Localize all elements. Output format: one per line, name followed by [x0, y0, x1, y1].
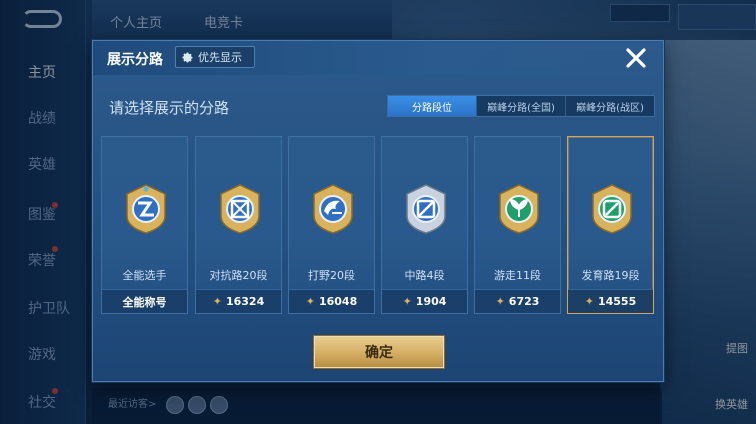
lane-display-dialog: 展示分路 优先显示 请选择展示的分路 分路段位 巅峰分路(全国) 巅峰分路(战区… — [92, 40, 664, 382]
jungle-emblem-icon — [313, 184, 353, 234]
lane-card-footer: 全能称号 — [102, 289, 187, 313]
lane-card-label: 打野20段 — [308, 269, 355, 282]
lane-card-label: 全能选手 — [122, 269, 167, 282]
lane-type-segmented-control: 分路段位 巅峰分路(全国) 巅峰分路(战区) — [387, 95, 655, 117]
lane-card-farm[interactable]: 发育路19段 ✦ 14555 — [567, 136, 654, 314]
all-round-emblem-icon — [126, 184, 166, 234]
lane-card-mid[interactable]: 中路4段 ✦ 1904 — [381, 136, 468, 314]
mid-lane-emblem-icon — [406, 184, 446, 234]
lane-card-roam[interactable]: 游走11段 ✦ 6723 — [474, 136, 561, 314]
lane-card-label: 对抗路20段 — [209, 269, 268, 282]
rank-points-icon: ✦ — [402, 295, 412, 308]
dialog-title: 展示分路 — [107, 52, 163, 68]
priority-display-label: 优先显示 — [198, 51, 242, 64]
lane-card-footer: ✦ 6723 — [475, 289, 560, 313]
rank-points-icon: ✦ — [495, 295, 505, 308]
rank-points-icon: ✦ — [305, 295, 315, 308]
rank-points-icon: ✦ — [212, 295, 222, 308]
rank-points-icon: ✦ — [584, 295, 594, 308]
lane-card-value: 全能称号 — [122, 295, 167, 309]
lane-card-label: 中路4段 — [404, 269, 445, 282]
lane-card-value: 16048 — [318, 295, 358, 308]
lane-card-footer: ✦ 1904 — [382, 289, 467, 313]
gear-icon — [182, 51, 194, 63]
dialog-subtitle: 请选择展示的分路 — [109, 99, 230, 117]
lane-card-footer: ✦ 14555 — [568, 289, 653, 313]
confirm-button[interactable]: 确定 — [314, 336, 444, 368]
priority-display-button[interactable]: 优先显示 — [175, 46, 255, 68]
lane-card-label: 游走11段 — [494, 269, 541, 282]
lane-card-value: 1904 — [415, 295, 447, 308]
lane-card-value: 16324 — [225, 295, 265, 308]
lane-card-value: 6723 — [508, 295, 540, 308]
clash-lane-emblem-icon — [220, 184, 260, 234]
lane-card-clash[interactable]: 对抗路20段 ✦ 16324 — [195, 136, 282, 314]
lane-card-label: 发育路19段 — [581, 269, 640, 282]
lane-card-list: 全能选手 全能称号 对抗路20段 ✦ 16324 打野20段 ✦ 16048 中… — [101, 136, 661, 314]
tab-peak-national[interactable]: 巅峰分路(全国) — [477, 96, 566, 116]
lane-card-value: 14555 — [597, 295, 637, 308]
roam-emblem-icon — [499, 184, 539, 234]
lane-card-all-round[interactable]: 全能选手 全能称号 — [101, 136, 188, 314]
tab-lane-rank[interactable]: 分路段位 — [388, 96, 477, 116]
farm-lane-emblem-icon — [592, 184, 632, 234]
tab-peak-region[interactable]: 巅峰分路(战区) — [566, 96, 654, 116]
lane-card-jungle[interactable]: 打野20段 ✦ 16048 — [288, 136, 375, 314]
lane-card-footer: ✦ 16048 — [289, 289, 374, 313]
lane-card-footer: ✦ 16324 — [196, 289, 281, 313]
close-button[interactable] — [623, 45, 649, 71]
close-icon — [626, 48, 646, 68]
